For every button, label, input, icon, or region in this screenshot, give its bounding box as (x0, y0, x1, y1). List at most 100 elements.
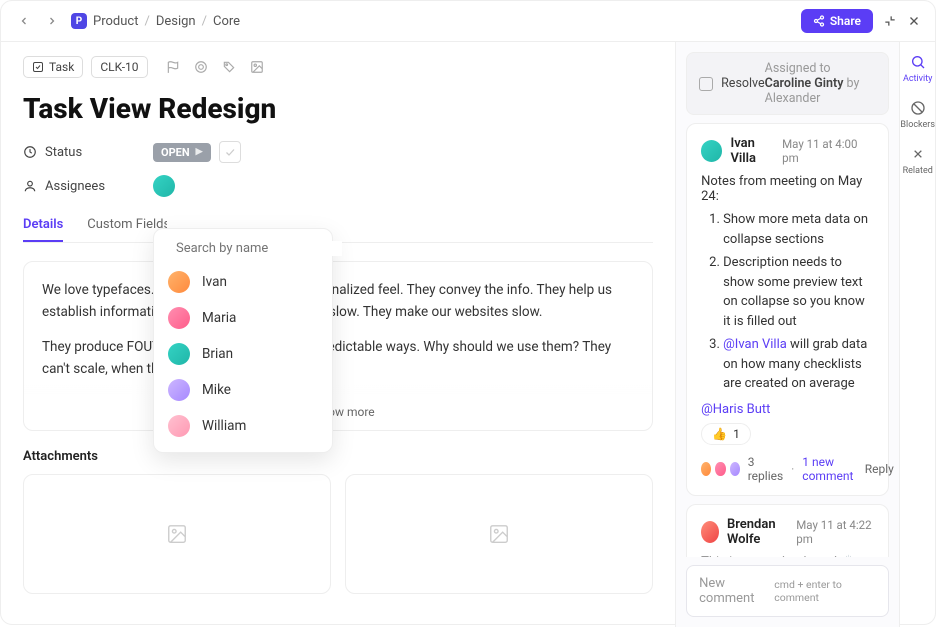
flag-icon[interactable] (166, 60, 180, 74)
description-paragraph: We love typefaces. They give our website… (42, 280, 634, 323)
collapse-icon[interactable] (883, 14, 897, 28)
task-type-badge[interactable]: Task (23, 56, 83, 78)
breadcrumb-sep: / (202, 14, 207, 29)
replies-count[interactable]: 3 replies (748, 455, 783, 483)
description-card: We love typefaces. They give our website… (23, 261, 653, 431)
description-paragraph: They produce FOUT or FOIT. They render i… (42, 337, 634, 380)
nav-forward-icon[interactable] (43, 12, 61, 30)
breadcrumb-item[interactable]: Product (93, 14, 138, 29)
assignees-field: Assignees (23, 175, 653, 197)
attachment-placeholder[interactable] (23, 474, 331, 594)
comment-list-item: Description needs to show some preview t… (723, 253, 874, 331)
comment-composer[interactable]: New comment cmd + enter to comment (686, 565, 889, 617)
mention[interactable]: @Haris Butt (701, 402, 770, 417)
status-label: Status (45, 145, 82, 160)
reaction-count: 1 (733, 427, 740, 441)
status-value: OPEN (161, 146, 190, 159)
attachments-row (23, 474, 653, 594)
reaction-emoji: 👍 (712, 427, 727, 441)
comment-body: Notes from meeting on May 24: Show more … (701, 174, 874, 417)
avatar (701, 521, 719, 543)
assignee-name: Ivan (202, 274, 227, 290)
complete-checkbox[interactable] (219, 141, 241, 163)
assignee-option[interactable]: Brian (154, 336, 332, 372)
target-icon[interactable] (194, 60, 208, 74)
meta-icons (166, 60, 264, 74)
topbar-left: P Product / Design / Core (15, 12, 240, 30)
reply-button[interactable]: Reply (865, 462, 894, 476)
status-pill[interactable]: OPEN ▶ (153, 143, 211, 162)
status-field: Status OPEN ▶ (23, 141, 653, 163)
avatar (701, 140, 722, 162)
assignees-label: Assignees (45, 179, 105, 194)
breadcrumb: P Product / Design / Core (71, 13, 240, 29)
close-icon[interactable] (907, 14, 921, 28)
rail-activity[interactable]: Activity (903, 54, 932, 84)
share-label: Share (830, 14, 861, 28)
chevron-right-icon: ▶ (196, 147, 203, 157)
share-button[interactable]: Share (801, 9, 873, 33)
avatar (168, 343, 190, 365)
reaction-pill[interactable]: 👍 1 (701, 423, 751, 445)
tabs: Details Custom Fields (23, 209, 653, 243)
assignee-option[interactable]: Mike (154, 372, 332, 408)
comment-author[interactable]: Brendan Wolfe (727, 517, 796, 547)
composer-hint: cmd + enter to comment (774, 578, 876, 604)
assignee-name: Brian (202, 346, 233, 362)
task-key-badge[interactable]: CLK-10 (91, 56, 147, 78)
tab-details[interactable]: Details (23, 209, 63, 242)
mini-avatar (715, 462, 725, 476)
comment-list-item: @Ivan Villa will grab data on how many c… (723, 335, 874, 394)
attachments-heading: Attachments (23, 449, 653, 464)
comment-time: May 11 at 4:22 pm (796, 518, 874, 546)
avatar (168, 307, 190, 329)
show-more-button[interactable]: Show more (24, 385, 652, 422)
rail-blockers[interactable]: Blockers (900, 100, 935, 130)
assignee-name: William (202, 418, 246, 434)
main-panel: Task CLK-10 Task View Redesign Status OP… (1, 42, 675, 627)
mention[interactable]: @Ivan Villa (723, 337, 787, 352)
new-comment-count[interactable]: 1 new comment (802, 455, 864, 483)
comment-list-item: Show more meta data on collapse sections (723, 210, 874, 249)
avatar (168, 271, 190, 293)
assignee-option[interactable]: William (154, 408, 332, 444)
assignee-option[interactable]: Maria (154, 300, 332, 336)
nav-back-icon[interactable] (15, 12, 33, 30)
rail-label: Activity (903, 74, 932, 84)
resolve-checkbox[interactable] (699, 77, 713, 91)
assignee-avatar[interactable] (153, 175, 175, 197)
attachment-placeholder[interactable] (345, 474, 653, 594)
assignee-option[interactable]: Ivan (154, 264, 332, 300)
image-icon[interactable] (250, 60, 264, 74)
task-type-label: Task (49, 60, 74, 74)
meta-row: Task CLK-10 (23, 56, 653, 78)
assignee-search-input[interactable] (176, 241, 342, 256)
composer-placeholder: New comment (699, 576, 774, 606)
assignee-name: Maria (202, 310, 236, 326)
comment-author[interactable]: Ivan Villa (730, 136, 782, 166)
breadcrumb-sep: / (144, 14, 149, 29)
assigned-info: Assigned to Caroline Ginty by Alexander (765, 61, 877, 106)
avatar (168, 415, 190, 437)
resolve-bar: Resolve Assigned to Caroline Ginty by Al… (686, 52, 889, 115)
comments-panel: Resolve Assigned to Caroline Ginty by Al… (675, 42, 899, 627)
page-title: Task View Redesign (23, 92, 653, 125)
avatar (168, 379, 190, 401)
rail-label: Blockers (900, 120, 935, 130)
project-icon: P (71, 13, 87, 29)
tag-icon[interactable] (222, 60, 236, 74)
mini-avatar (701, 462, 711, 476)
topbar-right: Share (801, 9, 921, 33)
topbar: P Product / Design / Core Share (1, 1, 935, 42)
breadcrumb-item[interactable]: Design (156, 14, 196, 29)
comment-body: This is great, thank you! 🙌 (701, 555, 874, 558)
comment: Ivan Villa May 11 at 4:00 pm Notes from … (686, 123, 889, 496)
resolve-label: Resolve (721, 76, 765, 91)
assigned-user[interactable]: Caroline Ginty (765, 76, 844, 91)
side-rail: Activity Blockers Related (899, 42, 935, 627)
rail-related[interactable]: Related (903, 146, 933, 176)
comment: Brendan Wolfe May 11 at 4:22 pm This is … (686, 504, 889, 558)
comment-time: May 11 at 4:00 pm (782, 137, 874, 165)
rail-label: Related (903, 166, 933, 176)
breadcrumb-item[interactable]: Core (213, 14, 240, 29)
